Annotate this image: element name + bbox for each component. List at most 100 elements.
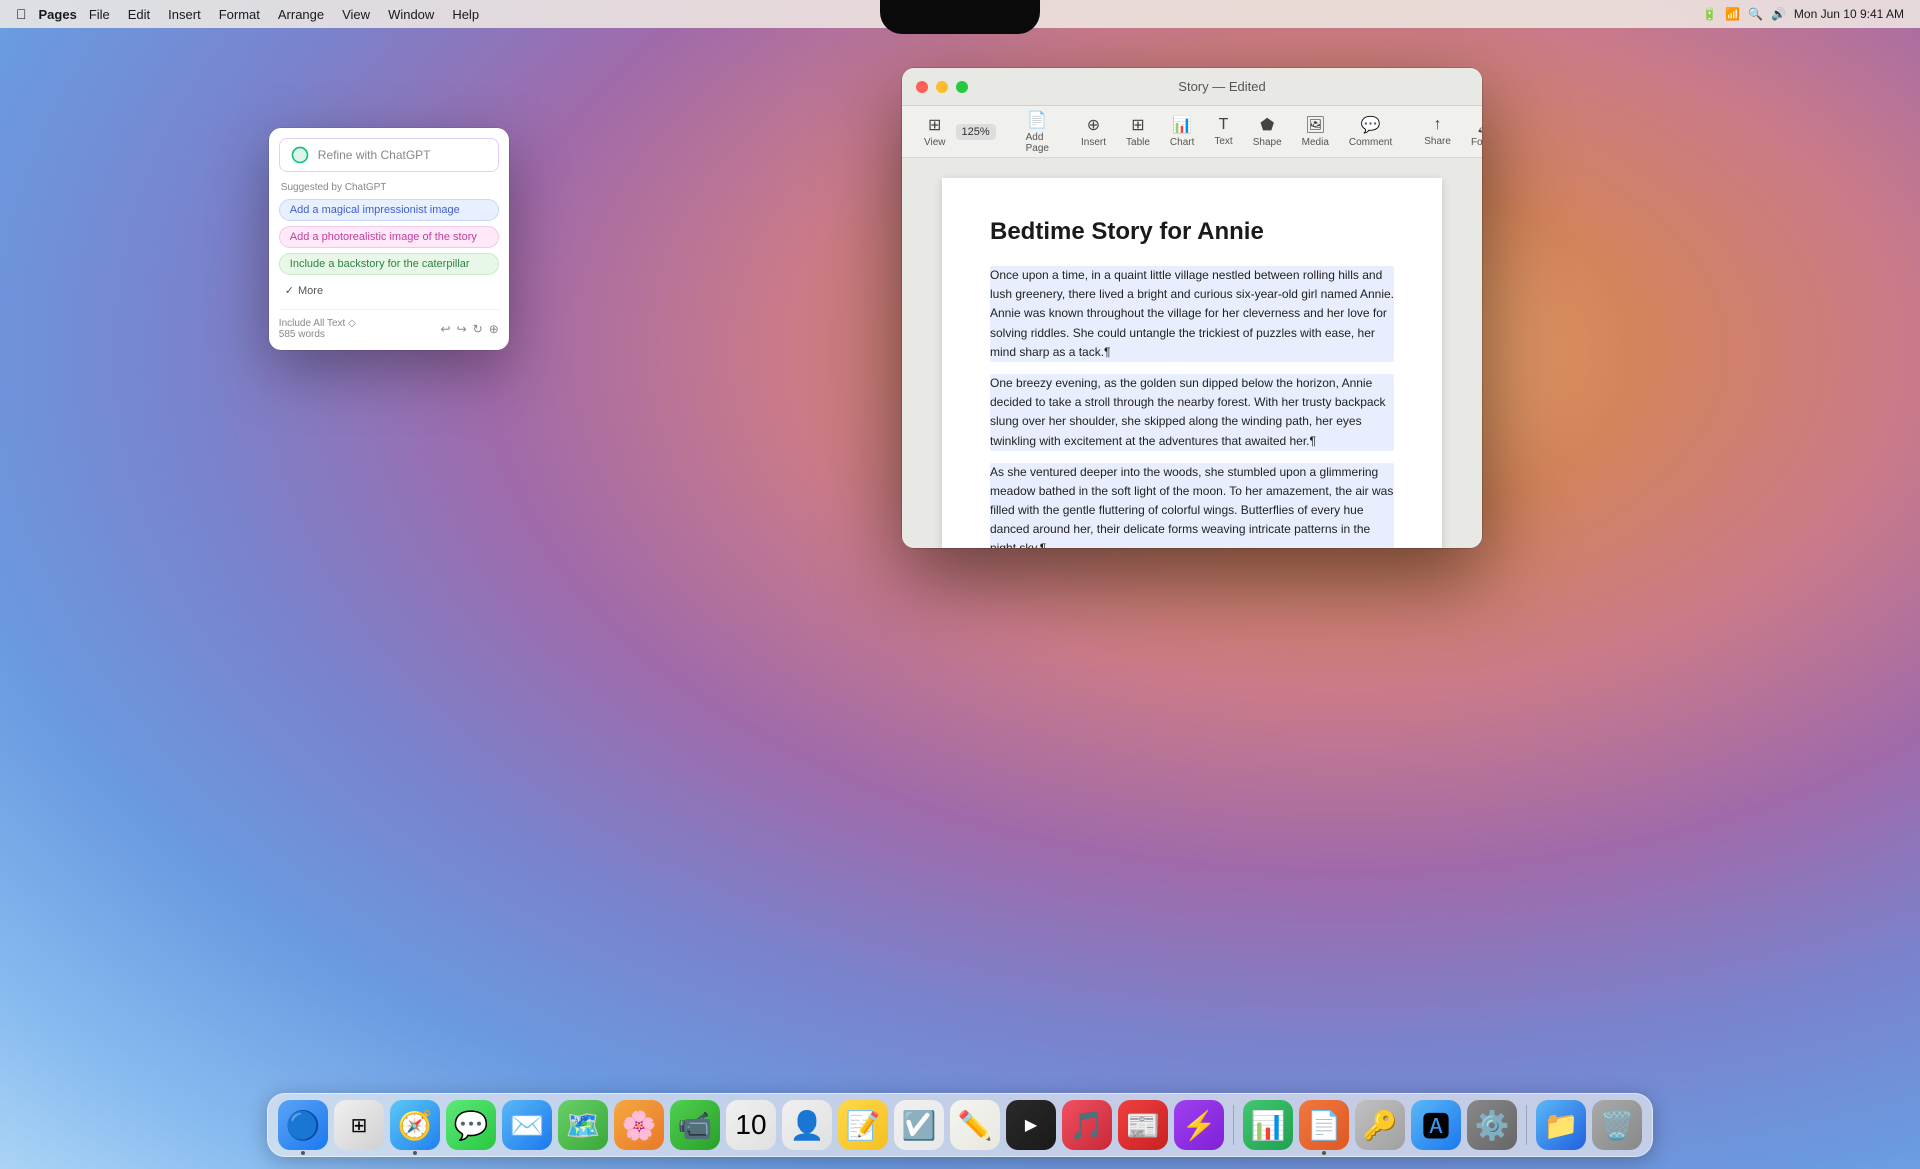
dock-item-reminders[interactable]: ☑️ [894,1100,944,1150]
music-icon: 🎵 [1070,1109,1105,1142]
toolbar-insert[interactable]: ⊕ Insert [1071,111,1116,152]
format-label: Format [1471,137,1482,148]
window-title: Story — Edited [976,79,1468,94]
dock-item-mail[interactable]: ✉️ [502,1100,552,1150]
dock-item-appletv[interactable]: ▶ [1006,1100,1056,1150]
dock-item-messages[interactable]: 💬 [446,1100,496,1150]
include-all-text: Include All Text ◇ [279,318,356,329]
dock: 🔵 ⊞ 🧭 💬 ✉️ 🗺️ [267,1093,1653,1157]
more-label: More [298,285,323,297]
pages-dot [1322,1151,1326,1155]
refresh-icon[interactable]: ↻ [473,322,483,336]
calendar-icon: 10 [735,1109,766,1141]
toolbar-comment[interactable]: 💬 Comment [1339,111,1402,152]
toolbar-table[interactable]: ⊞ Table [1116,111,1160,152]
dock-separator-2 [1526,1105,1527,1145]
safari-icon: 🧭 [398,1109,433,1142]
dock-item-syspreferences[interactable]: ⚙️ [1467,1100,1517,1150]
close-button[interactable] [916,81,928,93]
menu-arrange[interactable]: Arrange [270,5,332,24]
dock-item-news[interactable]: 📰 [1118,1100,1168,1150]
dock-item-launchpad[interactable]: ⊞ [334,1100,384,1150]
dock-item-freeform[interactable]: ✏️ [950,1100,1000,1150]
chatgpt-input-placeholder[interactable]: Refine with ChatGPT [318,148,488,162]
add-icon[interactable]: ⊕ [489,322,499,336]
window-titlebar: Story — Edited [902,68,1482,106]
toolbar-add-page[interactable]: 📄 Add Page [1016,106,1059,158]
checkmark-icon: ✓ [285,284,294,297]
numbers-icon: 📊 [1251,1109,1286,1142]
toolbar-chart[interactable]: 📊 Chart [1160,111,1204,152]
dock-item-facetime[interactable]: 📹 [670,1100,720,1150]
toolbar-media[interactable]: 🖼 Media [1292,111,1339,152]
app-name[interactable]: Pages [39,7,77,22]
suggestion-chip-1[interactable]: Add a magical impressionist image [279,199,499,221]
dock-item-shortcuts[interactable]: ⚡ [1174,1100,1224,1150]
word-count: 585 words [279,329,356,340]
format-icon: 🖌 [1477,115,1482,135]
dock-item-music[interactable]: 🎵 [1062,1100,1112,1150]
dock-item-appstore[interactable]: 🅰 [1411,1100,1461,1150]
media-label: Media [1302,137,1329,148]
dock-item-maps[interactable]: 🗺️ [558,1100,608,1150]
toolbar-share[interactable]: ↑ Share [1414,112,1461,151]
more-button[interactable]: ✓ More [279,280,499,301]
dock-item-contacts[interactable]: 👤 [782,1100,832,1150]
toolbar-zoom-group: 125% [956,124,996,140]
minimize-button[interactable] [936,81,948,93]
appletv-icon: ▶ [1025,1115,1037,1135]
menu-view[interactable]: View [334,5,378,24]
menu-format[interactable]: Format [211,5,268,24]
dock-item-keychain[interactable]: 🔑 [1355,1100,1405,1150]
launchpad-icon: ⊞ [351,1113,368,1138]
search-icon[interactable]: 🔍 [1748,7,1763,21]
chatgpt-search-bar[interactable]: Refine with ChatGPT [279,138,499,172]
toolbar-shape[interactable]: ⬟ Shape [1243,111,1292,152]
toolbar-format[interactable]: 🖌 Format [1461,111,1482,152]
dock-item-photos[interactable]: 🌸 [614,1100,664,1150]
dock-item-finder2[interactable]: 📁 [1536,1100,1586,1150]
document-area[interactable]: Bedtime Story for Annie Once upon a time… [902,158,1482,548]
mail-icon: ✉️ [510,1109,545,1142]
zoom-level[interactable]: 125% [956,124,996,140]
dock-item-pages[interactable]: 📄 [1299,1100,1349,1150]
menu-file[interactable]: File [81,5,118,24]
table-icon: ⊞ [1131,115,1144,135]
apple-menu[interactable]:  [16,6,27,22]
suggestion-chip-2[interactable]: Add a photorealistic image of the story [279,226,499,248]
menubar-right: 🔋 📶 🔍 🔊 Mon Jun 10 9:41 AM [1702,7,1904,21]
menu-edit[interactable]: Edit [120,5,158,24]
toolbar-view[interactable]: ⊞ View [914,111,956,152]
pages-window: Story — Edited ⊞ View 125% 📄 Add Page [902,68,1482,548]
dock-item-finder[interactable]: 🔵 [278,1100,328,1150]
dock-separator [1233,1105,1234,1145]
table-label: Table [1126,137,1150,148]
menu-window[interactable]: Window [380,5,442,24]
menu-help[interactable]: Help [444,5,487,24]
menu-insert[interactable]: Insert [160,5,209,24]
shortcuts-icon: ⚡ [1182,1109,1217,1142]
facetime-icon: 📹 [678,1109,713,1142]
safari-dot [413,1151,417,1155]
maximize-button[interactable] [956,81,968,93]
toolbar-text[interactable]: T Text [1204,112,1242,151]
siri-icon[interactable]: 🔊 [1771,7,1786,21]
dock-item-trash[interactable]: 🗑️ [1592,1100,1642,1150]
notch [880,0,1040,34]
redo-icon[interactable]: ↪ [457,322,467,336]
dock-item-notes[interactable]: 📝 [838,1100,888,1150]
dock-item-safari[interactable]: 🧭 [390,1100,440,1150]
finder-dot [301,1151,305,1155]
dock-item-calendar[interactable]: 10 [726,1100,776,1150]
view-icon: ⊞ [928,115,941,135]
suggestion-chip-3[interactable]: Include a backstory for the caterpillar [279,253,499,275]
wifi-icon: 📶 [1725,7,1740,21]
doc-para-1: Once upon a time, in a quaint little vil… [990,266,1394,362]
share-icon: ↑ [1434,116,1442,134]
undo-icon[interactable]: ↩ [441,322,451,336]
chatgpt-panel: Refine with ChatGPT Suggested by ChatGPT… [269,128,509,350]
maps-icon: 🗺️ [566,1109,601,1142]
footer-info: Include All Text ◇ 585 words [279,318,356,340]
dock-item-numbers[interactable]: 📊 [1243,1100,1293,1150]
finder2-icon: 📁 [1544,1109,1579,1142]
